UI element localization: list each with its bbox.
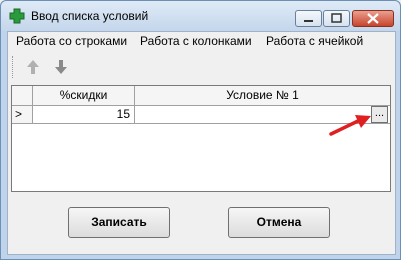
column-header-condition[interactable]: Условие № 1	[135, 86, 390, 106]
close-button[interactable]	[352, 10, 394, 27]
discount-cell[interactable]: 15	[33, 106, 135, 124]
corner-header	[12, 86, 33, 106]
toolbar-grip[interactable]	[12, 56, 16, 78]
row-indicator[interactable]: >	[12, 106, 33, 124]
menu-columns[interactable]: Работа с колонками	[140, 34, 252, 48]
minimize-button[interactable]	[295, 10, 322, 27]
save-button[interactable]: Записать	[68, 207, 170, 238]
move-down-button[interactable]	[50, 56, 72, 78]
maximize-icon	[331, 13, 342, 23]
app-plus-icon	[9, 8, 25, 24]
window-title: Ввод списка условий	[31, 9, 149, 23]
red-arrow-icon	[329, 115, 371, 136]
menu-cell[interactable]: Работа с ячейкой	[266, 34, 363, 48]
toolbar	[8, 52, 395, 84]
dialog-window: Ввод списка условий Работа со строками Р…	[0, 0, 401, 260]
cancel-button[interactable]: Отмена	[228, 207, 330, 238]
dialog-client-area: Работа со строками Работа с колонками Ра…	[7, 31, 396, 255]
title-bar[interactable]: Ввод списка условий	[1, 1, 400, 31]
move-up-button[interactable]	[22, 56, 44, 78]
conditions-grid[interactable]: %скидки Условие № 1 > 15 ...	[11, 85, 391, 192]
menu-bar: Работа со строками Работа с колонками Ра…	[8, 32, 395, 51]
menu-rows[interactable]: Работа со строками	[16, 34, 127, 48]
maximize-button[interactable]	[323, 10, 350, 27]
minimize-icon	[304, 20, 313, 22]
close-icon	[367, 13, 379, 24]
move-down-icon	[55, 60, 67, 74]
move-up-icon	[27, 60, 39, 74]
column-header-discount[interactable]: %скидки	[33, 86, 135, 106]
